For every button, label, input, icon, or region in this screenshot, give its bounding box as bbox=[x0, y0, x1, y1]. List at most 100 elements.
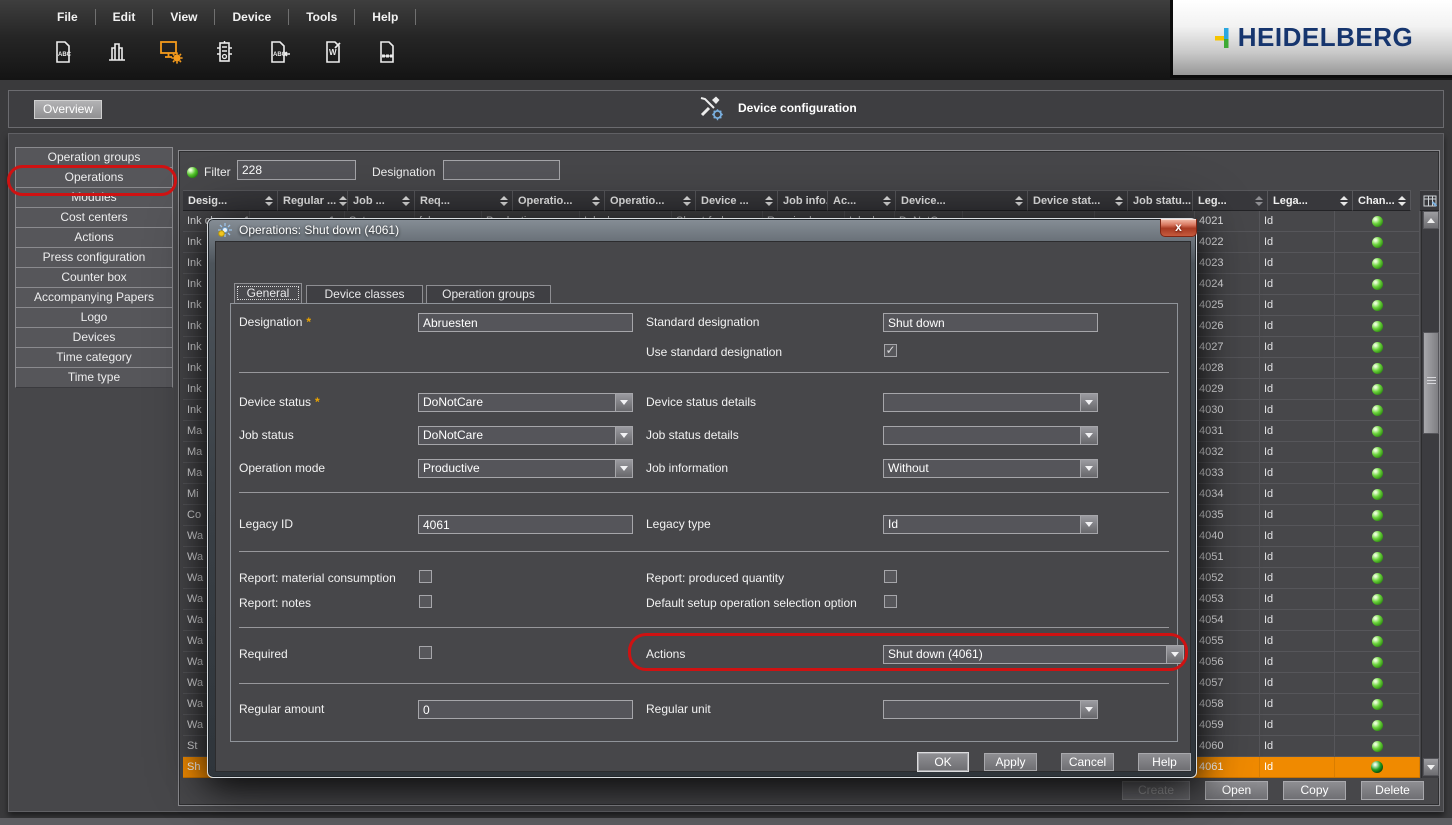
column-header[interactable]: Chan... bbox=[1353, 190, 1411, 211]
column-header[interactable]: Job info... bbox=[778, 190, 828, 211]
regular-amount-input[interactable] bbox=[418, 700, 633, 719]
menu-item[interactable]: File bbox=[40, 9, 96, 25]
sort-arrows-icon[interactable] bbox=[683, 195, 691, 206]
tab-operation-groups[interactable]: Operation groups bbox=[426, 285, 551, 303]
chevron-down-icon[interactable] bbox=[1166, 646, 1183, 663]
delete-button[interactable]: Delete bbox=[1361, 781, 1424, 800]
designation-filter-input[interactable] bbox=[443, 160, 560, 180]
menu-item[interactable]: View bbox=[153, 9, 216, 25]
scrollbar-thumb[interactable] bbox=[1423, 332, 1439, 434]
sort-arrows-icon[interactable] bbox=[1255, 195, 1263, 206]
job-information-select[interactable]: Without bbox=[883, 459, 1098, 478]
column-header[interactable]: Ac... bbox=[828, 190, 896, 211]
scroll-down-button[interactable] bbox=[1423, 758, 1439, 776]
tab-device-classes[interactable]: Device classes bbox=[306, 285, 423, 303]
column-header[interactable]: Leg... bbox=[1193, 190, 1268, 211]
device-status-details-select[interactable] bbox=[883, 393, 1098, 412]
legacy-type-select[interactable]: Id bbox=[883, 515, 1098, 534]
column-header[interactable]: Operatio... bbox=[513, 190, 605, 211]
filter-input[interactable] bbox=[237, 160, 356, 180]
chevron-down-icon[interactable] bbox=[1080, 516, 1097, 533]
designation-input[interactable] bbox=[418, 313, 633, 332]
column-header[interactable]: Desig... bbox=[183, 190, 278, 211]
ok-button[interactable]: OK bbox=[918, 753, 968, 771]
actions-select[interactable]: Shut down (4061) bbox=[883, 645, 1184, 664]
column-header[interactable]: Lega... bbox=[1268, 190, 1353, 211]
sort-arrows-icon[interactable] bbox=[500, 195, 508, 206]
menu-item[interactable]: Device bbox=[215, 9, 290, 25]
sidebar-item[interactable]: Cost centers bbox=[15, 207, 173, 228]
cancel-button[interactable]: Cancel bbox=[1061, 753, 1114, 771]
legacy-id-input[interactable] bbox=[418, 515, 633, 534]
copy-button[interactable]: Copy bbox=[1283, 781, 1346, 800]
chevron-down-icon[interactable] bbox=[615, 427, 632, 444]
sort-arrows-icon[interactable] bbox=[265, 195, 273, 206]
help-button[interactable]: Help bbox=[1138, 753, 1191, 771]
tab-general[interactable]: General bbox=[234, 283, 302, 303]
default-setup-option-checkbox[interactable] bbox=[884, 595, 897, 608]
chevron-down-icon[interactable] bbox=[1080, 394, 1097, 411]
sort-arrows-icon[interactable] bbox=[339, 195, 347, 206]
sidebar-item[interactable]: Devices bbox=[15, 327, 173, 348]
column-header[interactable]: Device stat... bbox=[1028, 190, 1128, 211]
report-edit-icon[interactable]: W bbox=[316, 36, 350, 68]
column-header[interactable]: Job ... bbox=[348, 190, 415, 211]
operation-mode-select[interactable]: Productive bbox=[418, 459, 633, 478]
sidebar-item[interactable]: Time category bbox=[15, 347, 173, 368]
sidebar-item[interactable]: Press configuration bbox=[15, 247, 173, 268]
device-status-select[interactable]: DoNotCare bbox=[418, 393, 633, 412]
chevron-down-icon[interactable] bbox=[615, 460, 632, 477]
column-header[interactable]: Device ... bbox=[696, 190, 778, 211]
document-link-icon[interactable] bbox=[370, 36, 404, 68]
sort-arrows-icon[interactable] bbox=[765, 195, 773, 206]
job-status-select[interactable]: DoNotCare bbox=[418, 426, 633, 445]
sort-arrows-icon[interactable] bbox=[883, 195, 891, 206]
sidebar-item[interactable]: Logo bbox=[15, 307, 173, 328]
chevron-down-icon[interactable] bbox=[1080, 427, 1097, 444]
report-notes-checkbox[interactable] bbox=[419, 595, 432, 608]
standard-designation-input[interactable] bbox=[883, 313, 1098, 332]
column-header[interactable]: Regular ... bbox=[278, 190, 348, 211]
apply-button[interactable]: Apply bbox=[984, 753, 1037, 771]
job-status-details-select[interactable] bbox=[883, 426, 1098, 445]
vertical-scrollbar[interactable] bbox=[1421, 211, 1439, 778]
regular-unit-select[interactable] bbox=[883, 700, 1098, 719]
close-button[interactable]: x bbox=[1160, 219, 1197, 237]
sidebar-item[interactable]: Time type bbox=[15, 367, 173, 388]
import-abc-icon[interactable]: ABC bbox=[262, 36, 296, 68]
report-produced-quantity-checkbox[interactable] bbox=[884, 570, 897, 583]
menu-item[interactable]: Edit bbox=[96, 9, 154, 25]
column-header[interactable]: Operatio... bbox=[605, 190, 696, 211]
column-chooser-button[interactable] bbox=[1420, 190, 1439, 211]
chevron-down-icon[interactable] bbox=[615, 394, 632, 411]
sidebar-item[interactable]: Counter box bbox=[15, 267, 173, 288]
sort-arrows-icon[interactable] bbox=[1015, 195, 1023, 206]
dialog-titlebar[interactable]: Operations: Shut down (4061) x bbox=[208, 219, 1197, 241]
document-abc-icon[interactable]: ABC bbox=[46, 36, 80, 68]
sort-arrows-icon[interactable] bbox=[592, 195, 600, 206]
overview-tab[interactable]: Overview bbox=[34, 100, 102, 119]
print-columns-icon[interactable] bbox=[100, 36, 134, 68]
device-configuration-icon[interactable] bbox=[154, 36, 188, 68]
create-button[interactable]: Create bbox=[1122, 781, 1190, 800]
menu-item[interactable]: Help bbox=[355, 9, 417, 25]
sidebar-item[interactable]: Actions bbox=[15, 227, 173, 248]
sort-arrows-icon[interactable] bbox=[1115, 195, 1123, 206]
use-standard-designation-checkbox[interactable] bbox=[884, 344, 897, 357]
sidebar-item[interactable]: Accompanying Papers bbox=[15, 287, 173, 308]
sidebar-item[interactable]: Operations bbox=[15, 167, 173, 188]
chevron-down-icon[interactable] bbox=[1080, 701, 1097, 718]
chevron-down-icon[interactable] bbox=[1080, 460, 1097, 477]
sort-arrows-icon[interactable] bbox=[402, 195, 410, 206]
report-material-consumption-checkbox[interactable] bbox=[419, 570, 432, 583]
open-button[interactable]: Open bbox=[1205, 781, 1268, 800]
column-header[interactable]: Job statu... bbox=[1128, 190, 1193, 211]
menu-item[interactable]: Tools bbox=[289, 9, 356, 25]
press-device-icon[interactable] bbox=[208, 36, 242, 68]
column-header[interactable]: Req... bbox=[415, 190, 513, 211]
scroll-up-button[interactable] bbox=[1423, 211, 1439, 229]
required-checkbox[interactable] bbox=[419, 646, 432, 659]
sort-arrows-icon[interactable] bbox=[1340, 195, 1348, 206]
sidebar-item[interactable]: Modules bbox=[15, 187, 173, 208]
sidebar-item[interactable]: Operation groups bbox=[15, 147, 173, 168]
